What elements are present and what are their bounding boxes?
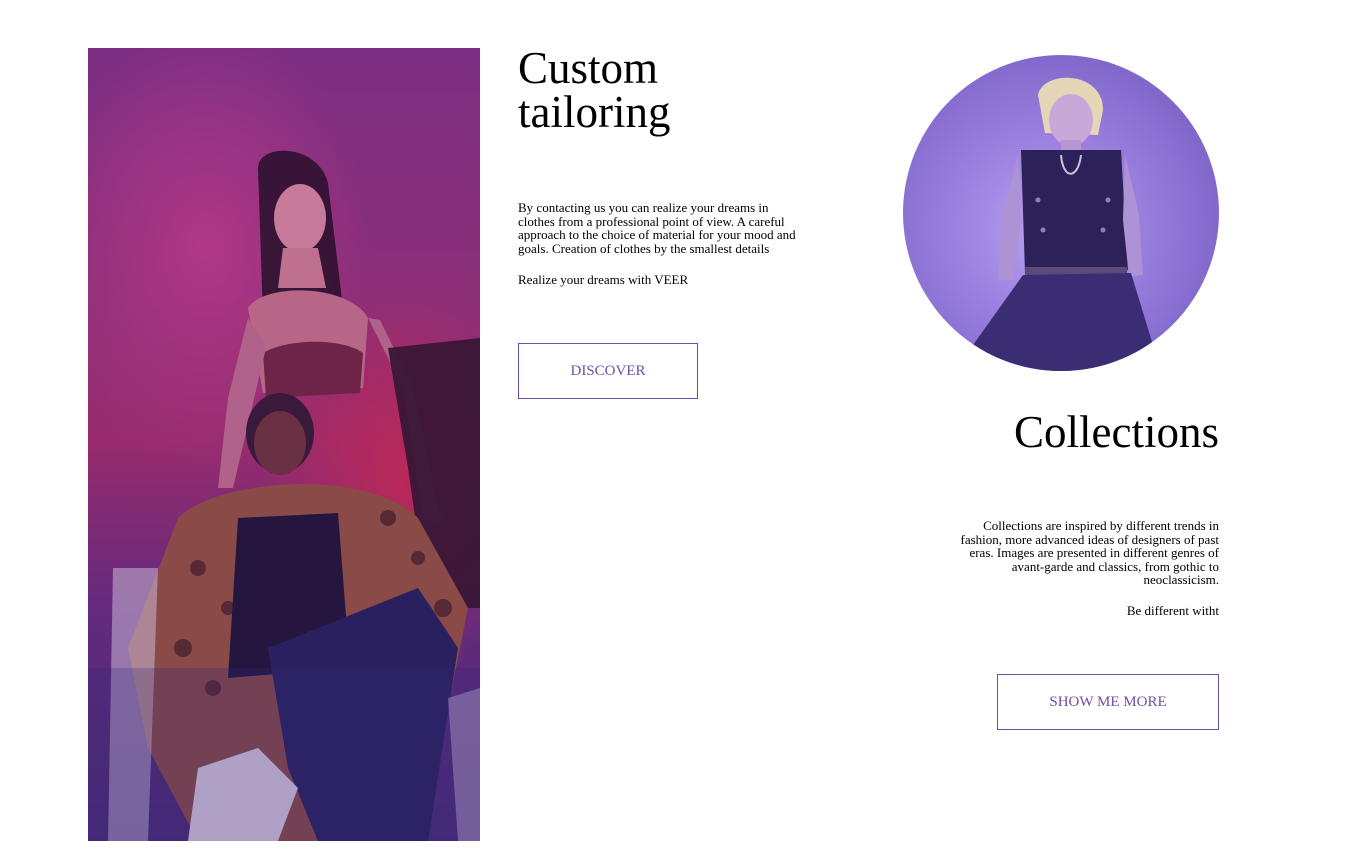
tailoring-description: By contacting us you can realize your dr… xyxy=(518,200,796,256)
collections-tagline: Be different witht xyxy=(1126,603,1219,618)
show-me-more-button[interactable]: SHOW ME MORE xyxy=(997,674,1219,730)
collections-title: Collections xyxy=(1014,407,1219,457)
discover-button[interactable]: DISCOVER xyxy=(518,343,698,399)
collection-model-illustration xyxy=(963,77,1153,371)
tailoring-tagline: Realize your dreams with VEER xyxy=(518,272,689,287)
page: Custom tailoring By contacting us you ca… xyxy=(0,0,1363,868)
collections-description: Collections are inspired by different tr… xyxy=(960,518,1219,587)
models-photo xyxy=(88,48,480,841)
collection-model-photo xyxy=(903,55,1219,371)
models-photo-illustration xyxy=(88,48,480,841)
tailoring-title: Custom tailoring xyxy=(518,43,671,137)
